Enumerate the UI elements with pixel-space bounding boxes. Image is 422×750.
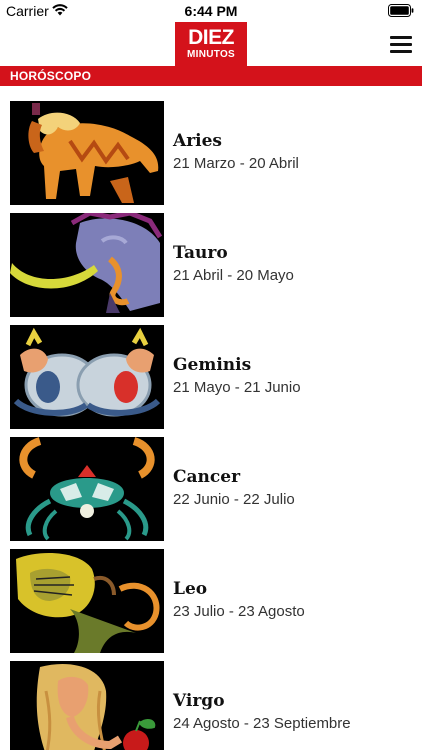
sign-name: Aries	[173, 131, 222, 151]
sign-name: Cancer	[173, 467, 241, 487]
menu-line	[390, 43, 412, 46]
cancer-crab-illustration	[10, 437, 164, 541]
menu-line	[390, 36, 412, 39]
sign-name: Virgo	[173, 691, 225, 711]
diez-minutos-logo[interactable]: DIEZ MINUTOS	[175, 22, 247, 66]
section-title: HORÓSCOPO	[10, 69, 92, 83]
sign-dates: 22 Junio - 22 Julio	[173, 491, 295, 508]
hamburger-menu-icon[interactable]	[390, 36, 412, 54]
sign-name: Leo	[173, 579, 208, 599]
list-item-geminis[interactable]: Geminis 21 Mayo - 21 Junio	[0, 325, 422, 429]
sign-name: Geminis	[173, 355, 252, 375]
list-item-cancer[interactable]: Cancer 22 Junio - 22 Julio	[0, 437, 422, 541]
sign-dates: 23 Julio - 23 Agosto	[173, 603, 305, 620]
app-header: DIEZ MINUTOS	[0, 22, 422, 66]
list-item-leo[interactable]: Leo 23 Julio - 23 Agosto	[0, 549, 422, 653]
aries-ram-illustration	[10, 101, 164, 205]
battery-icon	[388, 4, 414, 17]
leo-lion-illustration	[10, 549, 164, 653]
list-item-aries[interactable]: Aries 21 Marzo - 20 Abril	[0, 101, 422, 205]
logo-title: DIEZ	[188, 26, 234, 49]
menu-line	[390, 50, 412, 53]
list-item-tauro[interactable]: Tauro 21 Abril - 20 Mayo	[0, 213, 422, 317]
list-item-virgo[interactable]: Virgo 24 Agosto - 23 Septiembre	[0, 661, 422, 750]
sign-name: Tauro	[173, 243, 228, 263]
logo-subtitle: MINUTOS	[186, 49, 236, 60]
section-bar: HORÓSCOPO	[0, 66, 422, 86]
status-bar: Carrier 6:44 PM	[0, 0, 422, 22]
sign-dates: 21 Abril - 20 Mayo	[173, 267, 294, 284]
sign-dates: 24 Agosto - 23 Septiembre	[173, 715, 351, 732]
taurus-bull-illustration	[10, 213, 164, 317]
gemini-twins-illustration	[10, 325, 164, 429]
sign-dates: 21 Mayo - 21 Junio	[173, 379, 301, 396]
status-time: 6:44 PM	[184, 3, 238, 19]
sign-dates: 21 Marzo - 20 Abril	[173, 155, 299, 172]
virgo-maiden-illustration	[10, 661, 164, 750]
